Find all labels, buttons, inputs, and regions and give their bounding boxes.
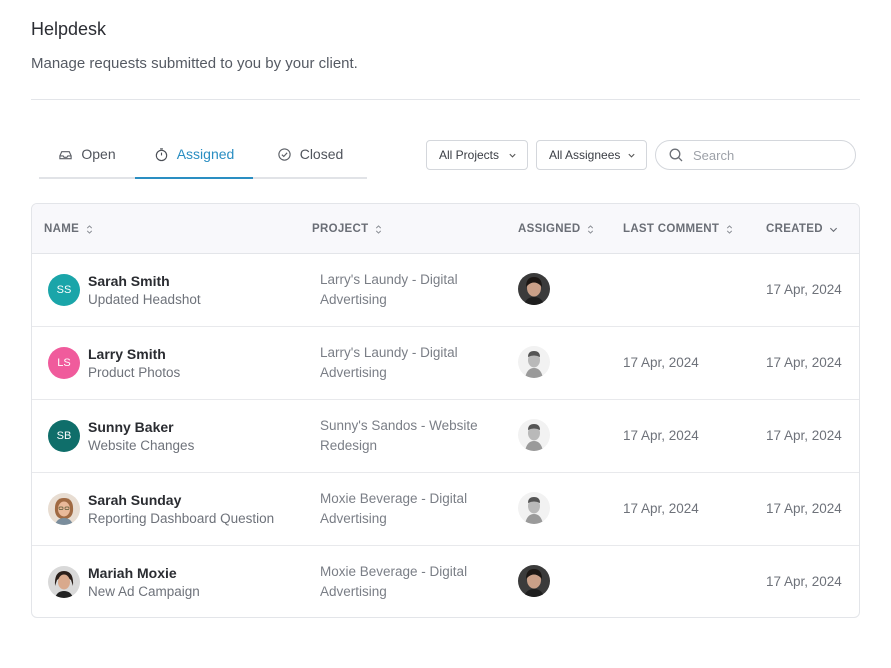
project-name-line1: Sunny's Sandos - Website — [320, 418, 478, 433]
tab-closed[interactable]: Closed — [253, 131, 367, 177]
last-comment-date: 17 Apr, 2024 — [623, 428, 699, 443]
avatar-photo-woman — [48, 566, 80, 598]
project-name: Sunny's Sandos - Website Redesign — [320, 416, 490, 456]
status-tabs: Open Assigned Closed — [39, 131, 367, 179]
table-row[interactable]: Sarah Sunday Reporting Dashboard Question… — [32, 473, 859, 546]
search-input[interactable] — [693, 147, 843, 163]
column-header-assigned-label: ASSIGNED — [518, 223, 581, 235]
column-header-name[interactable]: NAME — [44, 204, 94, 254]
tab-open-label: Open — [81, 146, 116, 162]
column-header-project[interactable]: PROJECT — [312, 204, 383, 254]
assignees-filter-label: All Assignees — [549, 148, 621, 162]
column-header-name-label: NAME — [44, 223, 80, 235]
inbox-icon — [59, 150, 73, 159]
assignee-avatar-man[interactable] — [518, 492, 550, 524]
project-name-line2: Redesign — [320, 438, 378, 453]
project-name-line2: Advertising — [320, 365, 387, 380]
column-header-assigned[interactable]: ASSIGNED — [518, 204, 595, 254]
assignee-avatar-man[interactable] — [518, 346, 550, 378]
project-name-line1: Moxie Beverage - Digital — [320, 564, 468, 579]
column-header-created-label: CREATED — [766, 223, 823, 235]
assignee-avatar-woman[interactable] — [518, 273, 550, 305]
projects-filter-label: All Projects — [439, 148, 500, 162]
tab-assigned[interactable]: Assigned — [135, 131, 253, 179]
sort-icon — [376, 224, 382, 234]
chevron-down-icon — [628, 153, 635, 158]
avatar: LS — [48, 347, 80, 379]
tab-open[interactable]: Open — [39, 131, 135, 177]
header-divider — [31, 99, 860, 100]
sort-icon — [727, 224, 733, 234]
created-date: 17 Apr, 2024 — [766, 355, 842, 370]
avatar: SS — [48, 274, 80, 306]
avatar: SB — [48, 420, 80, 452]
avatar-photo-woman — [48, 493, 80, 525]
project-name-line1: Larry's Laundy - Digital — [320, 345, 458, 360]
table-row[interactable]: LS Larry Smith Product Photos Larry's Lau… — [32, 327, 859, 400]
project-name-line2: Advertising — [320, 511, 387, 526]
search-icon — [669, 148, 683, 162]
table-row[interactable]: Mariah Moxie New Ad Campaign Moxie Bevera… — [32, 546, 859, 617]
last-comment-date: 17 Apr, 2024 — [623, 355, 699, 370]
avatar-initials: SS — [56, 284, 72, 296]
column-header-project-label: PROJECT — [312, 223, 369, 235]
request-title: New Ad Campaign — [88, 584, 200, 599]
requester-name[interactable]: Sarah Sunday — [88, 491, 274, 509]
avatar-initials: SB — [56, 430, 72, 442]
avatar-initials: LS — [57, 357, 71, 369]
page-subtitle: Manage requests submitted to you by your… — [31, 55, 358, 72]
created-date: 17 Apr, 2024 — [766, 282, 842, 297]
column-header-last-comment[interactable]: LAST COMMENT — [623, 204, 734, 254]
request-title: Reporting Dashboard Question — [88, 511, 275, 526]
requester-name[interactable]: Mariah Moxie — [88, 564, 200, 582]
project-name: Moxie Beverage - Digital Advertising — [320, 562, 490, 602]
project-name: Moxie Beverage - Digital Advertising — [320, 489, 490, 529]
created-date: 17 Apr, 2024 — [766, 501, 842, 516]
sort-icon — [86, 224, 93, 234]
table-header: NAME PROJECT ASSIGNED LAST COMMENT CREAT… — [32, 204, 859, 254]
assignees-filter-dropdown[interactable]: All Assignees — [536, 140, 647, 170]
project-name-line1: Moxie Beverage - Digital — [320, 491, 468, 506]
project-name-line2: Advertising — [320, 292, 387, 307]
timer-icon — [155, 147, 167, 161]
page-title: Helpdesk — [31, 19, 107, 39]
created-date: 17 Apr, 2024 — [766, 574, 842, 589]
project-name-line1: Larry's Laundy - Digital — [320, 272, 458, 287]
column-header-last-comment-label: LAST COMMENT — [623, 223, 720, 235]
table-row[interactable]: SB Sunny Baker Website Changes Sunny's Sa… — [32, 400, 859, 473]
chevron-down-icon — [509, 153, 516, 158]
assignee-avatar-woman[interactable] — [518, 565, 550, 597]
tab-assigned-label: Assigned — [176, 146, 235, 162]
project-name: Larry's Laundy - Digital Advertising — [320, 270, 490, 310]
table-row[interactable]: SS Sarah Smith Updated Headshot Larry's L… — [32, 254, 859, 327]
check-circle-icon — [278, 147, 291, 161]
project-name-line2: Advertising — [320, 584, 387, 599]
projects-filter-dropdown[interactable]: All Projects — [426, 140, 528, 170]
requester-name[interactable]: Sarah Smith — [88, 272, 201, 290]
last-comment-date: 17 Apr, 2024 — [623, 501, 699, 516]
search-box — [655, 140, 856, 170]
request-title: Updated Headshot — [88, 292, 201, 307]
request-title: Website Changes — [88, 438, 195, 453]
assignee-avatar-man[interactable] — [518, 419, 550, 451]
project-name: Larry's Laundy - Digital Advertising — [320, 343, 490, 383]
column-header-created[interactable]: CREATED — [766, 204, 838, 254]
requests-table: NAME PROJECT ASSIGNED LAST COMMENT CREAT… — [31, 203, 860, 618]
requester-name[interactable]: Sunny Baker — [88, 418, 194, 436]
sort-descending-icon — [829, 227, 837, 232]
sort-icon — [588, 224, 594, 234]
requester-name[interactable]: Larry Smith — [88, 345, 180, 363]
tab-closed-label: Closed — [299, 146, 344, 162]
request-title: Product Photos — [88, 365, 181, 380]
created-date: 17 Apr, 2024 — [766, 428, 842, 443]
